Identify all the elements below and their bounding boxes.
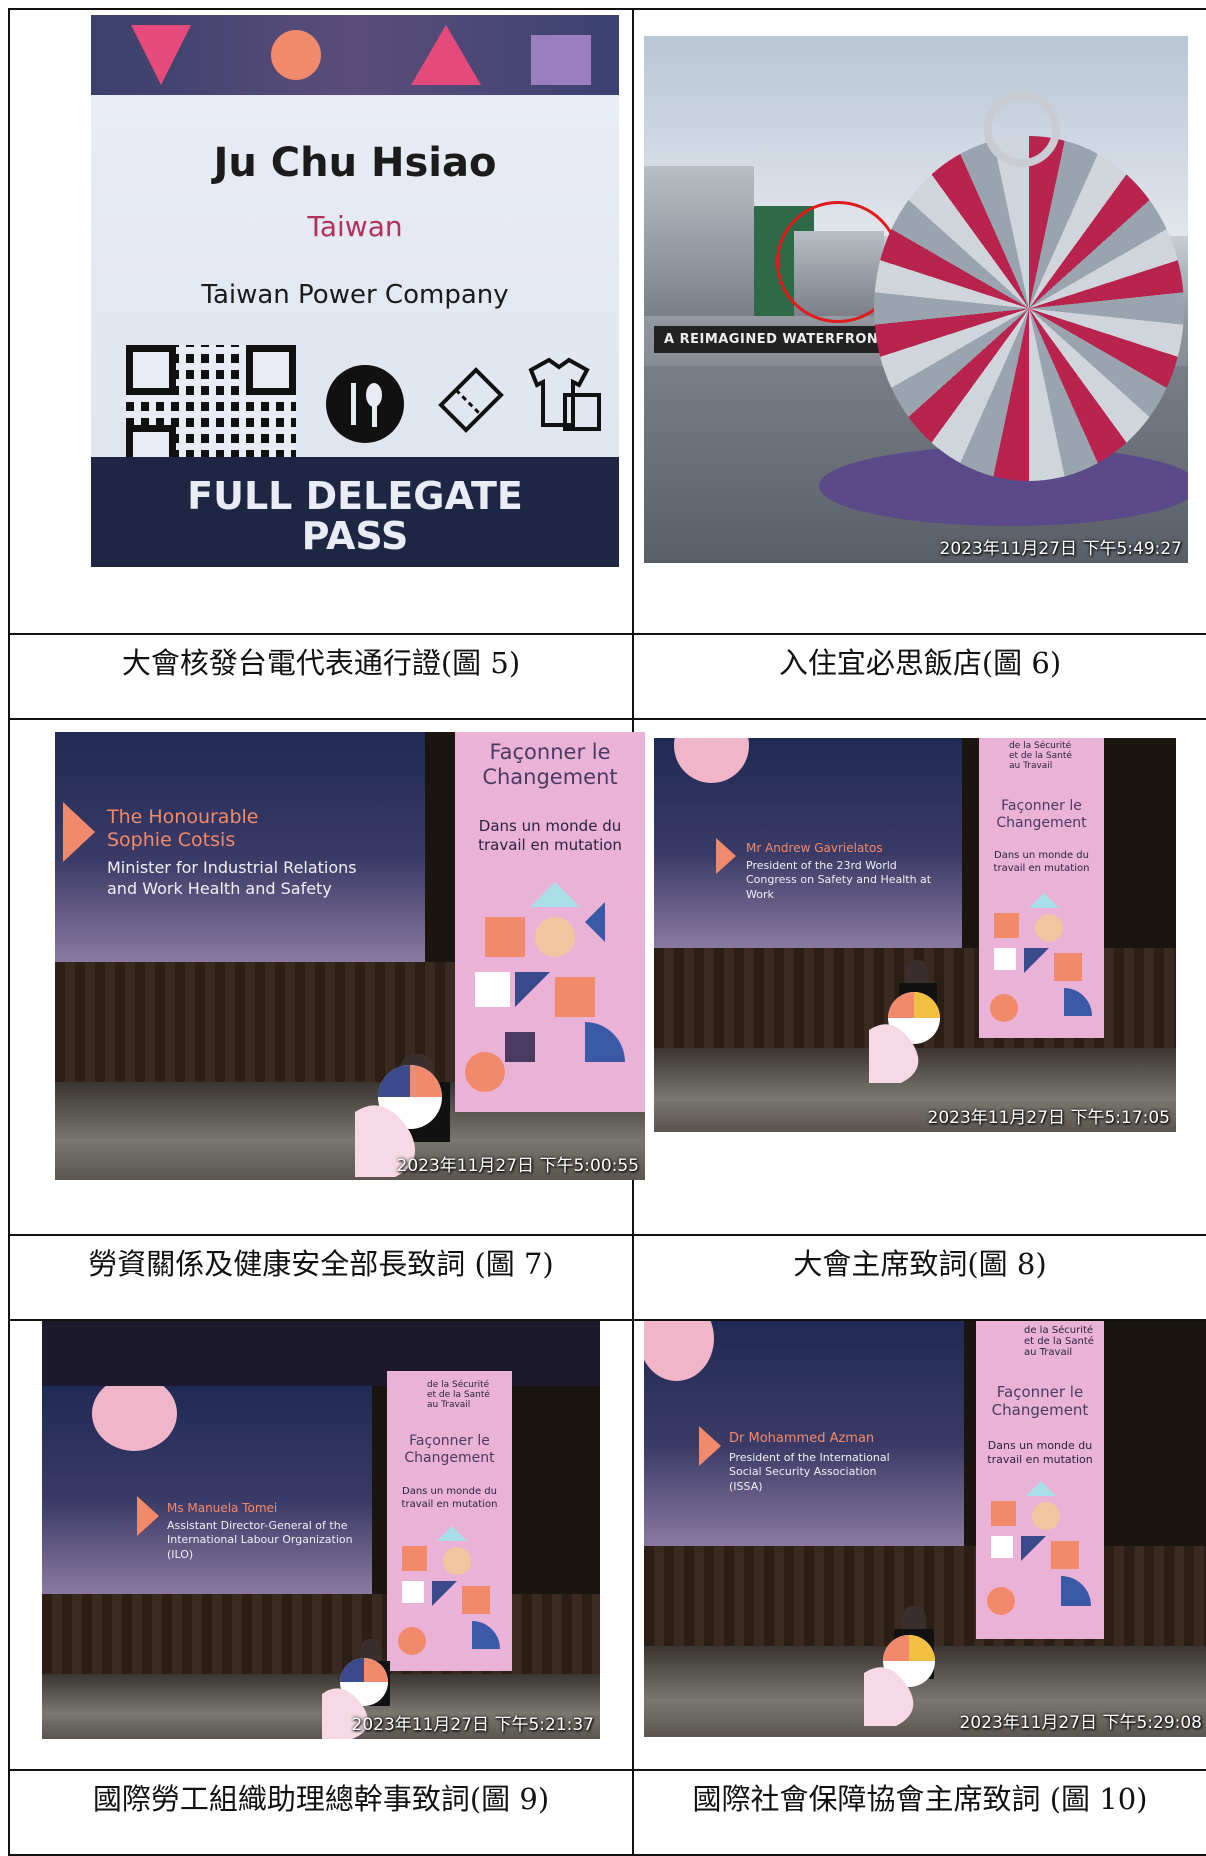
caption-9: 國際勞工組織助理總幹事致詞(圖 9) bbox=[92, 1782, 550, 1816]
photo-cell-10: Dr Mohammed Azman President of the Inter… bbox=[632, 1319, 1206, 1771]
photo-timestamp: 2023年11月27日 下午5:00:55 bbox=[396, 1156, 639, 1176]
congress-line-3: au Travail bbox=[1009, 760, 1053, 771]
stage-photo-8: Mr Andrew Gavrielatos President of the 2… bbox=[654, 738, 1176, 1132]
geometric-pattern bbox=[465, 882, 625, 1092]
caption-cell-8: 大會主席致詞(圖 8) bbox=[632, 1234, 1206, 1321]
speaker-role-line-2: Social Security Association bbox=[729, 1465, 877, 1479]
congress-banner: de la Sécurité et de la Santé au Travail… bbox=[979, 738, 1104, 1038]
ticket-icon bbox=[431, 360, 511, 444]
speaker-role-line-3: (ISSA) bbox=[729, 1479, 763, 1493]
congress-banner: de la Sécurité et de la Santé au Travail… bbox=[976, 1321, 1104, 1639]
photo-table: Ju Chu Hsiao Taiwan Taiwan Power Company bbox=[8, 8, 1206, 1856]
congress-logo bbox=[864, 1635, 935, 1726]
speaker-role-line-1: Assistant Director-General of the bbox=[167, 1519, 348, 1532]
christmas-ornament bbox=[874, 136, 1184, 481]
speaker-role-line-2: Congress on Safety and Health at bbox=[746, 873, 932, 887]
photo-timestamp: 2023年11月27日 下午5:17:05 bbox=[927, 1108, 1170, 1128]
projection-screen: Ms Manuela Tomei Assistant Director-Gene… bbox=[42, 1376, 372, 1594]
projection-screen: The Honourable Sophie Cotsis Minister fo… bbox=[55, 732, 425, 962]
pass-line-2: PASS bbox=[301, 514, 409, 559]
congress-banner: Façonner le Changement Dans un monde du … bbox=[455, 732, 645, 1112]
stage-photo-7: The Honourable Sophie Cotsis Minister fo… bbox=[55, 732, 645, 1180]
banner-title-line-2: Changement bbox=[996, 814, 1087, 831]
photo-timestamp: 2023年11月27日 下午5:21:37 bbox=[351, 1715, 594, 1735]
banner-subtitle-line-2: travail en mutation bbox=[401, 1498, 498, 1510]
pass-type: FULL DELEGATE PASS bbox=[91, 474, 619, 559]
geometric-pattern bbox=[990, 893, 1092, 1022]
speaker-name-line-2: Sophie Cotsis bbox=[107, 828, 236, 851]
speaker-name: Dr Mohammed Azman bbox=[729, 1431, 875, 1446]
banner-title-line-2: Changement bbox=[482, 765, 618, 790]
speaker-role-line-3: (ILO) bbox=[167, 1547, 194, 1561]
congress-logo bbox=[869, 992, 940, 1083]
photo-cell-9: Ms Manuela Tomei Assistant Director-Gene… bbox=[8, 1319, 634, 1771]
speaker-role-line-2: and Work Health and Safety bbox=[107, 878, 332, 898]
speaker-name: Ms Manuela Tomei bbox=[167, 1501, 278, 1515]
stage-photo-9: Ms Manuela Tomei Assistant Director-Gene… bbox=[42, 1321, 600, 1739]
caption-cell-9: 國際勞工組織助理總幹事致詞(圖 9) bbox=[8, 1769, 634, 1856]
caption-7: 勞資關係及健康安全部長致詞 (圖 7) bbox=[88, 1247, 554, 1281]
caption-8: 大會主席致詞(圖 8) bbox=[793, 1247, 1047, 1281]
congress-line-2: et de la Santé bbox=[1024, 1336, 1094, 1347]
speaker-role-line-2: International Labour Organization bbox=[167, 1533, 353, 1547]
speaker-role-line-1: President of the 23rd World bbox=[746, 859, 897, 872]
photo-cell-7: The Honourable Sophie Cotsis Minister fo… bbox=[8, 718, 645, 1236]
banner-title-line-1: Façonner le bbox=[409, 1433, 490, 1449]
photo-timestamp: 2023年11月27日 下午5:49:27 bbox=[939, 539, 1182, 559]
photo-timestamp: 2023年11月27日 下午5:29:08 bbox=[959, 1713, 1202, 1733]
speaker-name-line-1: The Honourable bbox=[107, 806, 259, 828]
harbour-photo: A REIMAGINED WATERFRONT 2023年11月27日 下午5:… bbox=[644, 36, 1188, 563]
photo-cell-8: Mr Andrew Gavrielatos President of the 2… bbox=[632, 718, 1206, 1236]
geometric-pattern bbox=[987, 1481, 1091, 1615]
banner-subtitle-line-1: Dans un monde du bbox=[987, 1439, 1093, 1452]
projection-screen: Mr Andrew Gavrielatos President of the 2… bbox=[654, 738, 962, 948]
photo-cell-5: Ju Chu Hsiao Taiwan Taiwan Power Company bbox=[8, 8, 634, 635]
banner-subtitle-line-1: Dans un monde du bbox=[478, 817, 622, 835]
tshirt-bag-icon bbox=[521, 355, 606, 444]
caption-cell-10: 國際社會保障協會主席致詞 (圖 10) bbox=[632, 1769, 1206, 1856]
banner-subtitle-line-2: travail en mutation bbox=[987, 1452, 1093, 1466]
congress-line-3: au Travail bbox=[1024, 1347, 1073, 1358]
badge-pattern bbox=[91, 15, 619, 95]
delegate-organization: Taiwan Power Company bbox=[201, 280, 509, 310]
speaker-role-line-1: President of the International bbox=[729, 1451, 890, 1464]
banner-subtitle-line-1: Dans un monde du bbox=[402, 1486, 497, 1497]
cutlery-icon bbox=[326, 365, 404, 443]
banner-subtitle-line-2: travail en mutation bbox=[478, 835, 622, 854]
banner-title-line-1: Façonner le bbox=[996, 1383, 1084, 1401]
banner-title-line-2: Changement bbox=[991, 1401, 1089, 1419]
delegate-name: Ju Chu Hsiao bbox=[213, 140, 497, 186]
banner-title-line-2: Changement bbox=[404, 1449, 495, 1466]
banner-title-line-1: Façonner le bbox=[489, 740, 611, 764]
caption-10: 國際社會保障協會主席致詞 (圖 10) bbox=[692, 1782, 1148, 1816]
speaker-role-line-1: Minister for Industrial Relations bbox=[107, 858, 357, 877]
caption-cell-6: 入住宜必思飯店(圖 6) bbox=[632, 633, 1206, 720]
congress-banner: de la Sécurité et de la Santé au Travail… bbox=[387, 1371, 512, 1671]
pass-line-1: FULL DELEGATE bbox=[187, 474, 523, 519]
projection-screen: Dr Mohammed Azman President of the Inter… bbox=[644, 1321, 964, 1546]
speaker-name: Mr Andrew Gavrielatos bbox=[746, 841, 883, 855]
congress-line-3: au Travail bbox=[427, 1399, 471, 1410]
badge-photo: Ju Chu Hsiao Taiwan Taiwan Power Company bbox=[91, 15, 619, 567]
speaker-role-line-3: Work bbox=[746, 887, 774, 901]
banner-subtitle-line-2: travail en mutation bbox=[993, 862, 1090, 874]
banner-subtitle-line-1: Dans un monde du bbox=[994, 850, 1089, 861]
photo-cell-6: A REIMAGINED WATERFRONT 2023年11月27日 下午5:… bbox=[632, 8, 1206, 635]
banner-title-line-1: Façonner le bbox=[1001, 798, 1082, 814]
delegate-country: Taiwan bbox=[307, 210, 403, 243]
caption-6: 入住宜必思飯店(圖 6) bbox=[778, 646, 1062, 680]
waterfront-banner: A REIMAGINED WATERFRONT bbox=[654, 326, 904, 353]
qr-code-icon bbox=[126, 345, 296, 475]
geometric-pattern bbox=[398, 1526, 500, 1655]
caption-cell-7: 勞資關係及健康安全部長致詞 (圖 7) bbox=[8, 1234, 634, 1321]
stage-photo-10: Dr Mohammed Azman President of the Inter… bbox=[644, 1321, 1206, 1737]
caption-5: 大會核發台電代表通行證(圖 5) bbox=[121, 646, 521, 680]
caption-cell-5: 大會核發台電代表通行證(圖 5) bbox=[8, 633, 634, 720]
congress-line-1: de la Sécurité bbox=[1024, 1325, 1094, 1336]
